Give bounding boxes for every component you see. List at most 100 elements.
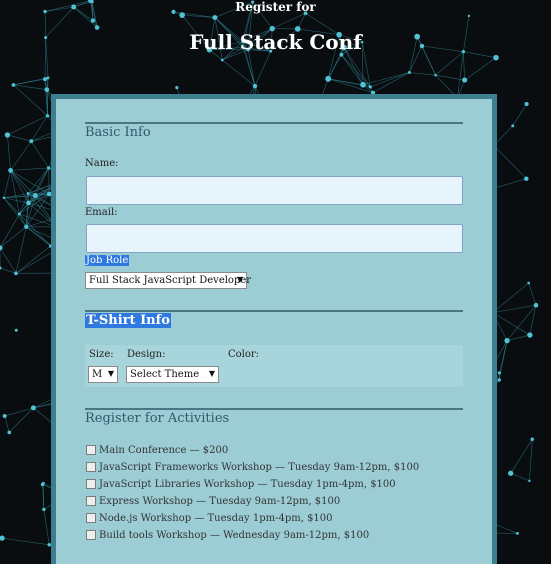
activity-option[interactable]: Express Workshop — Tuesday 9am-12pm, $10… [86,496,340,507]
network-node [41,483,44,486]
network-node [15,329,18,332]
activity-option[interactable]: Main Conference — $200 [86,445,228,456]
network-node [524,176,528,180]
network-node [14,272,18,276]
network-node [42,508,45,511]
network-node [29,139,33,143]
network-line [7,135,10,170]
network-node [0,267,1,270]
network-node [434,74,437,77]
network-node [44,87,49,92]
checkbox-icon[interactable] [86,513,96,523]
network-line [511,439,533,473]
job-role-label: Job Role [85,255,129,266]
network-line [363,73,409,85]
network-node [516,532,519,535]
activity-option[interactable]: Build tools Workshop — Wednesday 9am-12p… [86,530,369,541]
checkbox-icon[interactable] [86,496,96,506]
job-role-select[interactable]: Full Stack JavaScript Developer ▼ [85,272,247,289]
network-line [49,168,50,194]
network-line [0,248,16,274]
activity-label: Node.js Workshop — Tuesday 1pm-4pm, $100 [99,513,333,524]
network-node [43,77,47,81]
network-node [3,197,5,199]
size-value: M [92,369,102,380]
network-node [27,192,30,195]
network-line [2,538,49,545]
network-node [531,438,534,441]
page-title: Full Stack Conf [0,30,551,54]
activity-label: JavaScript Frameworks Workshop — Tuesday… [99,462,419,473]
network-node [31,405,36,410]
network-line [409,73,435,76]
network-node [504,338,509,343]
network-node [462,78,467,83]
network-line [31,141,48,168]
network-line [373,73,409,93]
network-line [465,58,496,80]
network-line [0,214,19,248]
checkbox-icon[interactable] [86,462,96,472]
design-select[interactable]: Select Theme ▼ [126,366,219,383]
network-node [221,59,224,62]
network-line [4,198,20,214]
network-node [498,371,501,374]
network-node [528,480,530,482]
network-line [513,104,527,126]
network-node [175,86,178,89]
header-subtitle: Register for [0,0,551,14]
checkbox-icon[interactable] [86,530,96,540]
size-label: Size: [89,349,114,360]
section-divider [85,310,463,312]
name-input[interactable] [86,176,463,205]
network-node [18,213,21,216]
design-value: Select Theme [130,369,199,380]
network-node [46,114,49,117]
section-divider [85,408,463,410]
network-line [370,73,409,87]
network-node [527,332,532,337]
network-line [0,268,16,273]
section-title-tshirt: T-Shirt Info [85,313,171,328]
email-label: Email: [85,207,118,218]
network-line [255,51,271,86]
network-line [529,283,536,305]
network-line [7,135,31,141]
checkbox-icon[interactable] [86,479,96,489]
network-node [408,71,411,74]
network-line [11,168,49,170]
network-node [33,193,38,198]
network-node [525,102,529,106]
network-line [26,227,50,246]
network-line [13,79,45,85]
color-label: Color: [228,349,259,360]
activity-label: Main Conference — $200 [99,445,228,456]
network-node [325,76,331,82]
network-line [222,60,255,86]
network-line [328,55,341,79]
network-node [253,84,257,88]
activity-label: Build tools Workshop — Wednesday 9am-12p… [99,530,369,541]
activity-option[interactable]: Node.js Workshop — Tuesday 1pm-4pm, $100 [86,513,333,524]
network-line [341,55,363,85]
network-node [26,201,31,206]
activity-label: Express Workshop — Tuesday 9am-12pm, $10… [99,496,340,507]
section-divider [85,122,463,124]
network-node [47,166,50,169]
network-node [493,55,499,61]
network-line [11,141,32,170]
activity-option[interactable]: JavaScript Frameworks Workshop — Tuesday… [86,462,419,473]
name-label: Name: [85,158,118,169]
network-node [360,82,366,88]
network-line [13,85,46,90]
network-line [494,145,526,178]
checkbox-icon[interactable] [86,445,96,455]
network-line [493,305,536,312]
size-select[interactable]: M ▼ [88,366,118,383]
network-line [436,52,464,75]
activity-label: JavaScript Libraries Workshop — Tuesday … [99,479,396,490]
activity-option[interactable]: JavaScript Libraries Workshop — Tuesday … [86,479,396,490]
email-input[interactable] [86,224,463,253]
network-line [529,439,532,481]
network-node [369,85,372,88]
